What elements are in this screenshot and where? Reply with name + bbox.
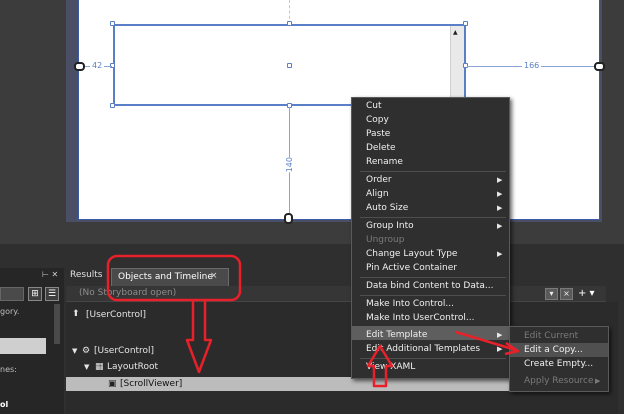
annotation-down-arrow bbox=[185, 300, 213, 374]
annotation-tab-highlight bbox=[106, 254, 242, 302]
annotation-up-arrow bbox=[366, 344, 394, 388]
annotation-pointer-line bbox=[455, 330, 517, 352]
annotation-overlay bbox=[106, 254, 520, 388]
